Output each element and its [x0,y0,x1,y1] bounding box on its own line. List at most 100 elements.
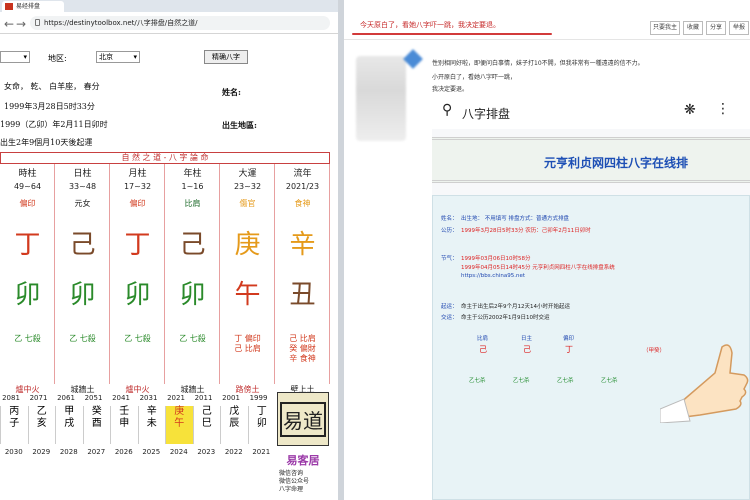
luck-pillar[interactable]: 癸酉 [82,406,111,444]
luck-stem: 己 [201,406,212,417]
earthly-branch: 卯 [179,280,206,310]
luck-year-start: 2031 [139,394,158,402]
app-toolbar: ⚲ 八字排盘 ❋ ⋮ [432,95,750,129]
luck-pillar[interactable]: 丙子 [0,406,28,444]
bazi-chart: 自 然 之 道 - 八 字 論 命 時柱 49~64 偏印丁卯乙 七殺 爐中火 日柱 33… [0,152,330,500]
pillar-column: 日柱 33~48 元女己卯乙 七殺 城牆土 [55,164,110,394]
panel-row-value: 1999年03月06日10时58分 [461,256,531,262]
luck-year-end: 2021 [252,448,271,456]
article-title: 今天原白了，看她八字吓一跳，我决定要退。 [360,21,500,29]
embedded-screenshot: ⚲ 八字排盘 ❋ ⋮ 元亨利贞网四柱八字在线排 姓名： 出生地： 不用填写 排盘方… [432,95,750,500]
article-para-2: 小开原白了，看她八字吓一跳， [432,74,517,81]
pillar-name: 日柱 [73,169,92,179]
pillar-age: 2021/23 [285,182,320,191]
panel-branch: 乙七杀 [557,378,574,384]
luck-year-end: 2023 [197,448,216,456]
luck-stem: 癸 [91,406,102,417]
luck-branch: 巳 [201,418,212,429]
name-label: 姓名: [222,87,241,97]
header-button-2[interactable]: 收藏 [683,21,703,35]
panel-row-value: 命主于出生后2年9个月12天14小时开始起运 [461,304,570,310]
header-button-4[interactable]: 举报 [729,21,749,35]
select-2-value: 北京 [99,53,113,61]
info-line-3: 1999（乙卯）年2月11日卯时 [0,120,108,129]
pillar-role: 偏印 [19,199,36,208]
region-select-1[interactable] [0,51,30,63]
luck-pillar[interactable]: 戊辰 [220,406,248,444]
shishen-label: 偏印 [563,336,575,342]
pillar-role: 偏印 [129,199,146,208]
browser-tab[interactable]: 易经排盘 [2,1,64,12]
info-line-4: 出生2年9個月10天後起運 [0,138,93,147]
banner-text: 元亨利贞网四柱八字在线排 [544,156,689,170]
luck-stem: 丁 [256,406,267,417]
luck-stem: 丙 [9,406,20,417]
seal-logo: 易道 [277,392,329,446]
luck-branch: 未 [146,418,157,429]
luck-year-end: 2028 [59,448,78,456]
panel-row-value: 1999年3月28日5时33分 农历：己卯年2月11日卯时 [461,228,591,234]
article-para-3: 我决定要退。 [432,86,469,93]
luck-branch: 子 [9,418,20,429]
paw-icon[interactable]: ❋ [684,102,696,118]
luck-pillar[interactable]: 甲戌 [55,406,83,444]
forward-arrow-icon[interactable]: → [16,17,26,31]
header-button-1[interactable]: 只要我主 [650,21,680,35]
brand-subtext: 微信咨询 微信公众号 八字命理 [279,470,310,493]
luck-pillar[interactable]: 辛未 [137,406,166,444]
heavenly-stem: 己 [69,230,96,260]
luck-pillars-row: 2081 丙子 2030 2071 乙亥 2029 2061 甲戌 2028 2051 癸酉 2027… [0,394,275,500]
back-arrow-icon[interactable]: ← [4,17,14,31]
luck-pillar[interactable]: 乙亥 [27,406,56,444]
hidden-stems: 乙 七殺 [14,334,41,343]
panel-row-label: 起运： [441,304,458,310]
luck-year-start: 2041 [112,394,130,402]
hidden-stems: 己 比肩 癸 偏財 辛 食神 [289,334,316,363]
luck-pillar[interactable]: 壬申 [110,406,138,444]
luck-pillar[interactable]: 己巳 [192,406,221,444]
heavenly-stem: 辛 [289,230,316,260]
pillar-name: 時柱 [18,169,37,179]
lock-icon [35,19,40,26]
shishen-label: 比肩 [477,336,489,342]
luck-year-end: 2022 [224,448,243,456]
title-underline [352,33,552,35]
url-field[interactable]: https://destinytoolbox.net/八字排盘/自然之道/ [30,16,330,30]
header-button-3[interactable]: 分享 [706,21,726,35]
panel-row-label: 交运： [441,315,458,321]
luck-pillar[interactable]: 丁卯 [247,406,276,444]
tab-title: 易经排盘 [16,3,41,10]
panel-branch: 乙七杀 [601,378,618,384]
pillar-column: 大運 23~32 傷官庚午丁 偏印 己 比肩 路傍土 [220,164,275,394]
submit-button[interactable]: 精确八字 [204,50,248,64]
luck-stem: 甲 [64,406,75,417]
blurred-avatar [356,56,406,141]
pillar-column: 年柱 1~16 比肩己卯乙 七殺 城牆土 [165,164,220,394]
pillar-column: 時柱 49~64 偏印丁卯乙 七殺 爐中火 [0,164,55,394]
luck-year-start: 2081 [2,394,20,402]
heavenly-stem: 丁 [124,230,151,260]
search-icon[interactable]: ⚲ [442,102,452,118]
hidden-stems: 乙 七殺 [179,334,206,343]
info-line-1: 女命， 乾、 白羊座， 春分 [4,82,100,91]
heavenly-stem: 庚 [234,230,261,260]
pillar-role: 傷官 [239,199,256,208]
luck-branch: 午 [174,418,185,429]
pillar-age: 1~16 [181,182,204,191]
region-select-2[interactable]: 北京 [96,51,140,63]
panel-row-label: 节气： [441,256,458,262]
app-title: 八字排盘 [462,107,511,121]
pillar-name: 月柱 [128,169,147,179]
panel-row-value: 命主于公历2002年1月9日10时交运 [461,315,550,321]
article-header: 今天原白了，看她八字吓一跳，我决定要退。 只要我主 收藏 分享 举报 [344,0,750,40]
luck-year-end: 2027 [87,448,106,456]
luck-pillar[interactable]: 庚午 [165,406,193,444]
pillar-name: 年柱 [183,169,202,179]
luck-year-end: 2025 [142,448,161,456]
more-menu-icon[interactable]: ⋮ [716,101,730,117]
luck-stem: 乙 [36,406,47,417]
address-bar: ← → https://destinytoolbox.net/八字排盘/自然之道… [0,12,338,34]
birth-form: 地区: 北京 精确八字 [0,49,338,67]
luck-year-start: 2021 [167,394,185,402]
luck-year-start: 2061 [57,394,75,402]
